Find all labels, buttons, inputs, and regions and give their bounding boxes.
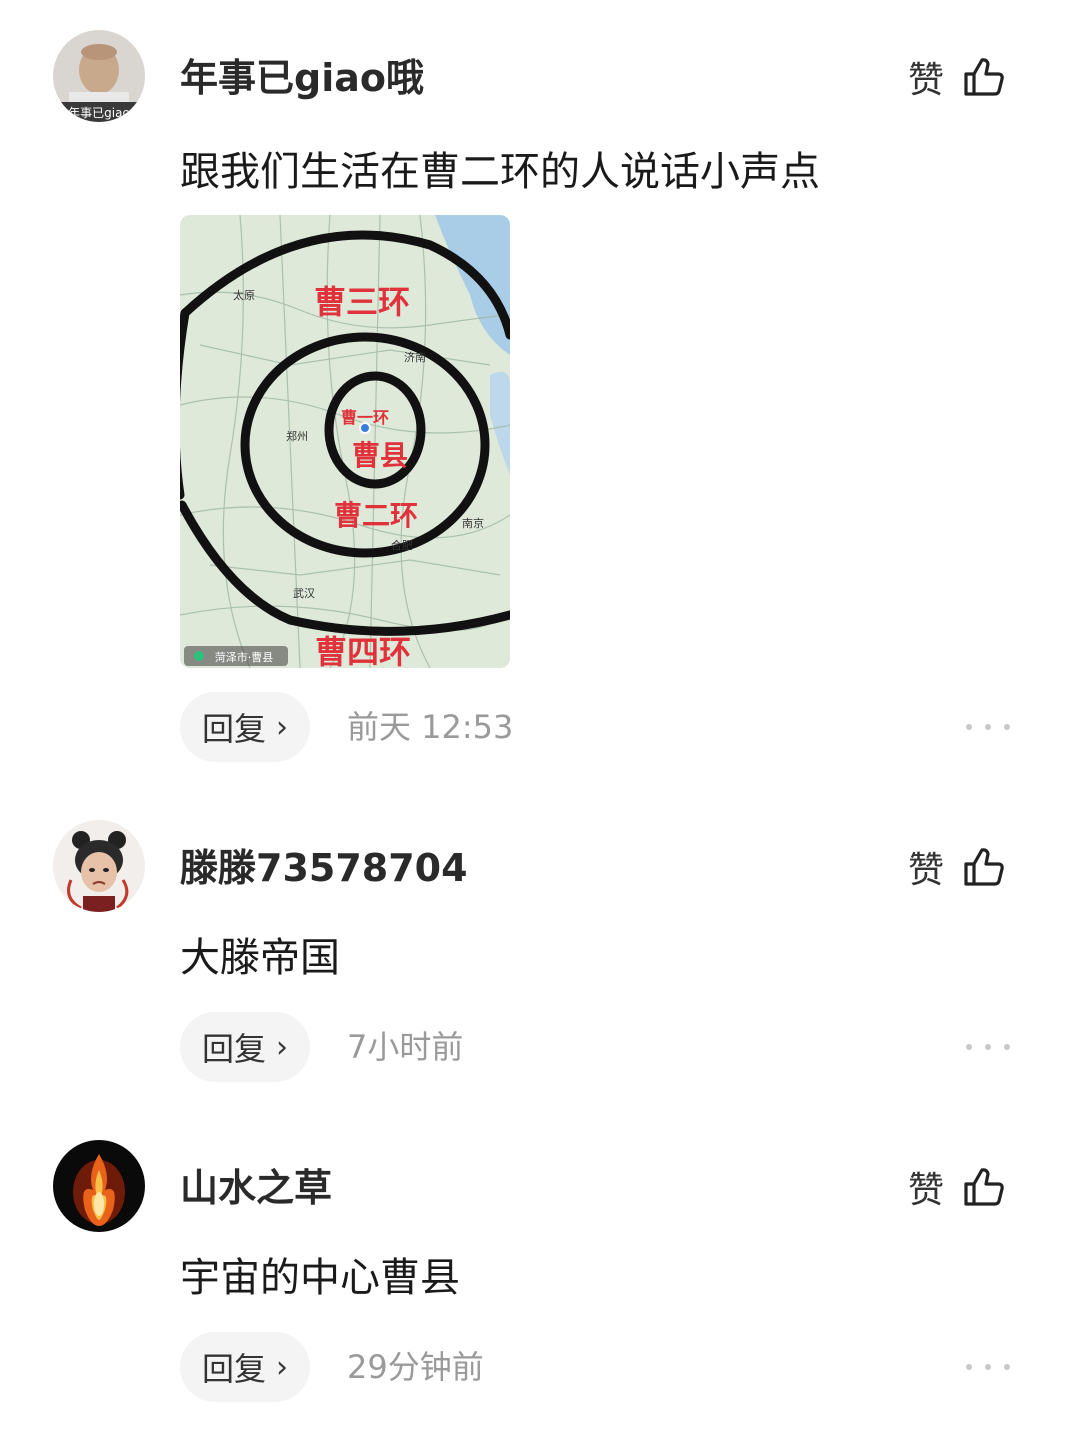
- comment-text: 宇宙的中心曹县: [180, 1255, 460, 1301]
- timestamp: 7小时前: [347, 1028, 464, 1066]
- city-label: 济南: [404, 350, 426, 364]
- chevron-right-icon: ›: [276, 1029, 288, 1065]
- comment-text: 大滕帝国: [180, 935, 340, 981]
- map-location-tag: 菏泽市·曹县: [215, 650, 274, 664]
- like-button[interactable]: 赞: [908, 52, 1006, 102]
- comment-image-map[interactable]: 曹三环 曹二环 曹一环 曹县 曹四环 太原 济南 郑州 合肥 南京 武汉 菏泽市…: [180, 215, 510, 668]
- username[interactable]: 滕滕73578704: [180, 845, 468, 891]
- like-label: 赞: [908, 1170, 945, 1211]
- reply-button[interactable]: 回复 ›: [180, 692, 310, 762]
- more-dots-icon[interactable]: [966, 1040, 1010, 1054]
- timestamp: 前天 12:53: [347, 708, 514, 746]
- like-label: 赞: [908, 60, 945, 101]
- comment-text: 跟我们生活在曹二环的人说话小声点: [180, 149, 820, 195]
- more-dots-icon[interactable]: [966, 1360, 1010, 1374]
- thumbs-up-icon: [964, 1168, 1004, 1206]
- like-label: 赞: [908, 850, 945, 891]
- reply-label: 回复: [201, 1350, 266, 1388]
- ring-label-2: 曹二环: [334, 499, 418, 532]
- like-button[interactable]: 赞: [908, 842, 1006, 892]
- thumbs-up-icon: [964, 848, 1004, 886]
- reply-button[interactable]: 回复 ›: [180, 1332, 310, 1402]
- username[interactable]: 山水之草: [180, 1165, 332, 1211]
- username[interactable]: 年事已giao哦: [180, 55, 424, 101]
- center-label: 曹县: [352, 439, 408, 472]
- city-label: 南京: [462, 516, 484, 530]
- like-button[interactable]: 赞: [908, 1162, 1006, 1212]
- ring-label-3: 曹三环: [314, 283, 410, 321]
- city-label: 武汉: [293, 587, 315, 600]
- city-label: 合肥: [391, 538, 413, 552]
- more-dots-icon[interactable]: [966, 720, 1010, 734]
- chevron-right-icon: ›: [276, 709, 288, 745]
- avatar-caption: 年事已giao: [68, 106, 130, 120]
- city-label: 太原: [233, 289, 255, 302]
- avatar[interactable]: 年事已giao: [53, 30, 145, 122]
- thumbs-up-icon: [964, 58, 1004, 96]
- ring-label-4: 曹四环: [315, 633, 411, 668]
- reply-button[interactable]: 回复 ›: [180, 1012, 310, 1082]
- timestamp: 29分钟前: [347, 1348, 484, 1386]
- avatar[interactable]: [53, 820, 145, 912]
- reply-label: 回复: [201, 710, 266, 748]
- avatar[interactable]: [53, 1140, 145, 1232]
- reply-label: 回复: [201, 1030, 266, 1068]
- city-label: 郑州: [286, 429, 308, 443]
- chevron-right-icon: ›: [276, 1349, 288, 1385]
